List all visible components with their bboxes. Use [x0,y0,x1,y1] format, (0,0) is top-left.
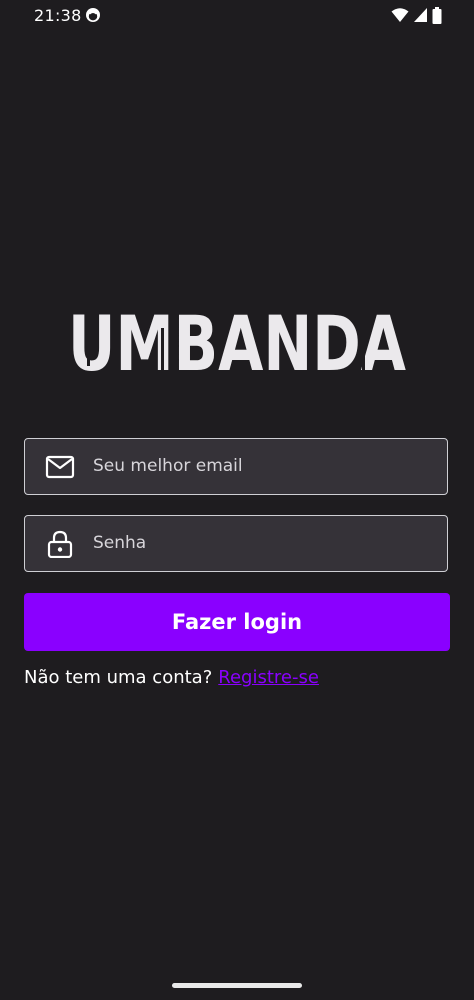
register-row: Não tem uma conta? Registre-se [24,667,319,688]
email-input[interactable] [93,439,433,493]
register-prompt: Não tem uma conta? [24,667,213,688]
lock-icon [47,530,73,558]
status-time: 21:38 [34,6,82,25]
umbanda-logo: UMBANDA [68,308,406,380]
password-field[interactable] [24,515,448,572]
login-screen: 21:38 UMBANDA Seu melhor email Fazer log… [0,0,474,1000]
status-icons [391,6,442,24]
register-link[interactable]: Registre-se [218,667,319,688]
password-input[interactable] [93,516,433,570]
email-field[interactable] [24,438,448,495]
battery-icon [432,6,442,24]
status-bar: 21:38 [0,0,474,32]
mail-icon [45,455,75,479]
wifi-icon [391,8,409,22]
app-notification-icon [86,8,100,22]
gesture-nav-handle[interactable] [172,983,302,988]
login-button[interactable]: Fazer login [24,593,450,651]
cell-signal-icon [414,8,427,22]
svg-text:UMBANDA: UMBANDA [68,308,406,380]
